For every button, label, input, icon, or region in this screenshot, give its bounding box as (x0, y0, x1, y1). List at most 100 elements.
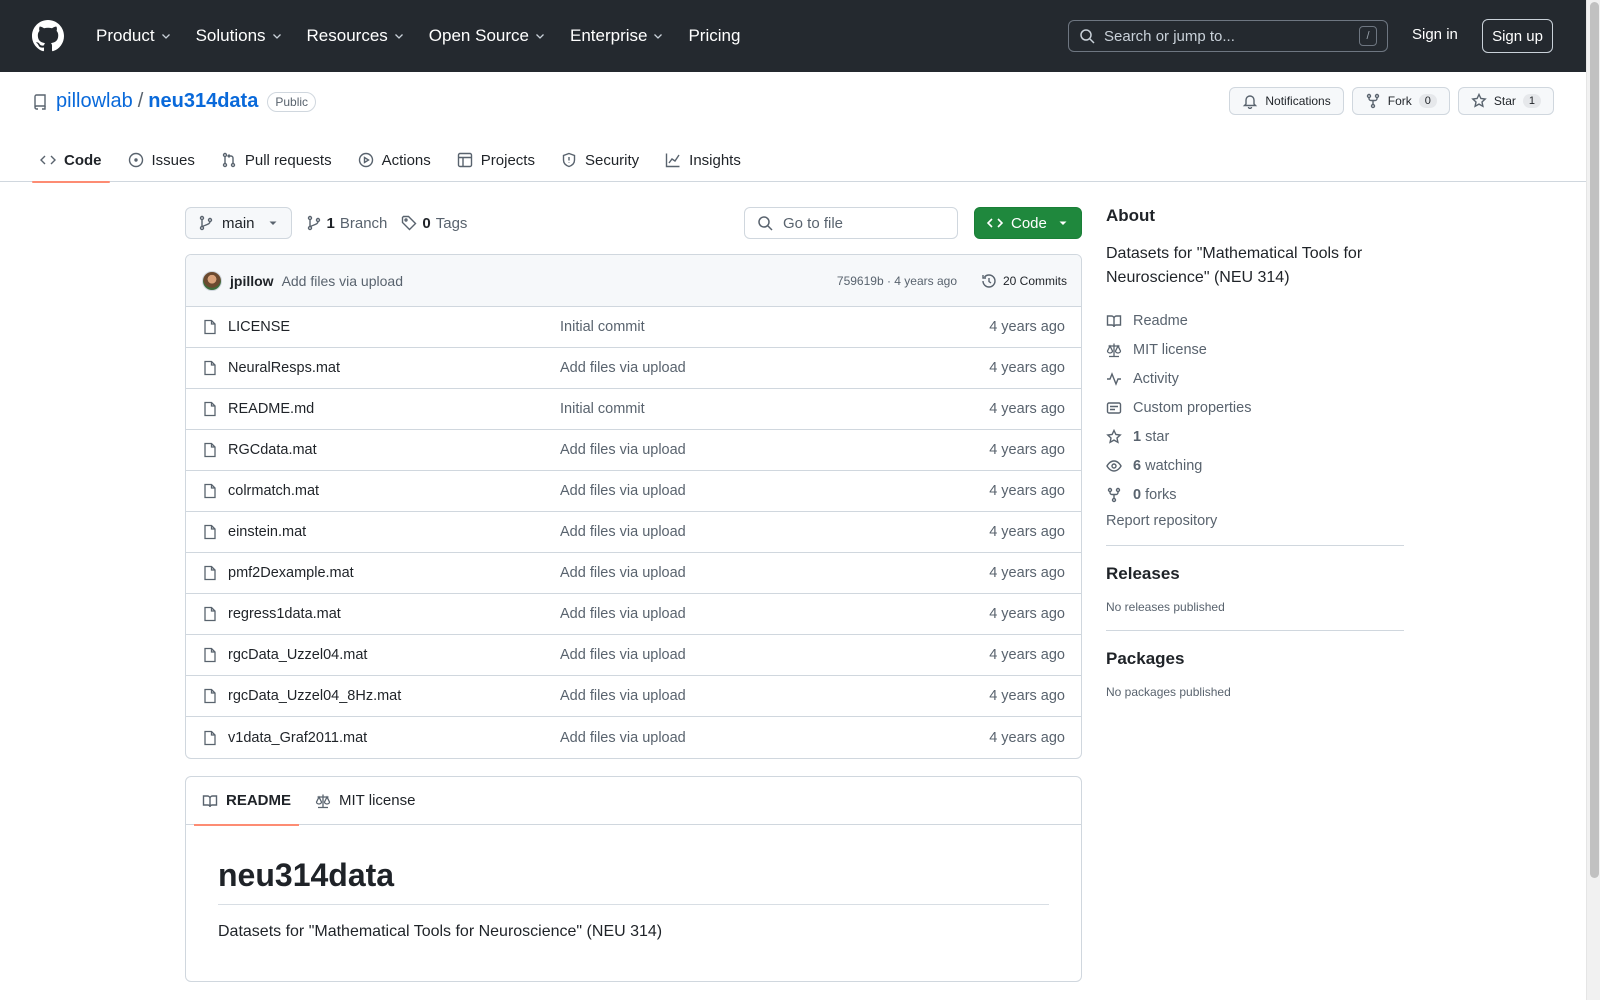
table-row[interactable]: regress1data.mat Add files via upload 4 ye… (186, 594, 1081, 635)
star-label: Star (1493, 94, 1516, 108)
scrollbar-thumb[interactable] (1590, 2, 1599, 878)
file-commit-message[interactable]: Add files via upload (560, 565, 686, 581)
file-name-link[interactable]: regress1data.mat (228, 606, 341, 622)
forks-label: forks (1145, 486, 1177, 503)
stars-link[interactable]: 1 star (1106, 422, 1404, 451)
commit-message[interactable]: Add files via upload (282, 273, 403, 289)
file-commit-message[interactable]: Add files via upload (560, 360, 686, 376)
code-button-label: Code (1011, 214, 1047, 232)
sign-up-button[interactable]: Sign up (1482, 19, 1553, 53)
table-row[interactable]: README.md Initial commit 4 years ago (186, 389, 1081, 430)
file-commit-message[interactable]: Initial commit (560, 319, 645, 335)
tab-insights[interactable]: Insights (657, 138, 749, 182)
table-row[interactable]: rgcData_Uzzel04_8Hz.mat Add files via upl… (186, 676, 1081, 717)
file-rows: LICENSE Initial commit 4 years ago NeuralRe… (186, 307, 1081, 758)
file-commit-message[interactable]: Add files via upload (560, 442, 686, 458)
file-name-link[interactable]: pmf2Dexample.mat (228, 565, 354, 581)
commits-link[interactable]: 20 Commits (981, 273, 1067, 289)
report-repository-link[interactable]: Report repository (1106, 513, 1404, 529)
file-commit-message[interactable]: Add files via upload (560, 524, 686, 540)
table-row[interactable]: rgcData_Uzzel04.mat Add files via upload 4… (186, 635, 1081, 676)
table-row[interactable]: LICENSE Initial commit 4 years ago (186, 307, 1081, 348)
avatar[interactable] (202, 270, 222, 291)
file-name-link[interactable]: README.md (228, 401, 314, 417)
tab-actions[interactable]: Actions (350, 138, 439, 182)
table-row[interactable]: NeuralResps.mat Add files via upload 4 yea… (186, 348, 1081, 389)
packages-heading[interactable]: Packages (1106, 649, 1404, 669)
star-icon (1106, 428, 1122, 444)
about-description: Datasets for "Mathematical Tools for Neu… (1106, 245, 1363, 286)
activity-link-label: Activity (1133, 370, 1179, 387)
file-commit-message[interactable]: Add files via upload (560, 730, 686, 746)
search-box[interactable]: Search or jump to... / (1068, 20, 1388, 52)
topnav-item-product[interactable]: Product (88, 20, 180, 52)
file-age: 4 years ago (989, 688, 1065, 704)
tab-code[interactable]: Code (32, 138, 110, 183)
page-scrollbar[interactable] (1586, 0, 1600, 1000)
tags-link[interactable]: 0 Tags (401, 215, 467, 232)
sign-in-link[interactable]: Sign in (1412, 26, 1458, 43)
fork-button[interactable]: Fork 0 (1351, 87, 1450, 115)
global-header: Product Solutions Resources Open Source Ente… (0, 0, 1586, 72)
tab-license[interactable]: MIT license (307, 777, 423, 825)
commit-sha-age[interactable]: 759619b · 4 years ago (837, 274, 957, 288)
file-commit-message[interactable]: Add files via upload (560, 483, 686, 499)
tab-security[interactable]: Security (553, 138, 647, 182)
repo-owner-link[interactable]: pillowlab (56, 90, 133, 113)
table-row[interactable]: colrmatch.mat Add files via upload 4 years… (186, 471, 1081, 512)
chevron-down-icon (654, 34, 663, 39)
releases-heading[interactable]: Releases (1106, 564, 1404, 584)
file-commit-message[interactable]: Add files via upload (560, 647, 686, 663)
topnav-item-resources[interactable]: Resources (299, 20, 413, 52)
file-name-link[interactable]: colrmatch.mat (228, 483, 319, 499)
file-name-link[interactable]: RGCdata.mat (228, 442, 317, 458)
branch-select[interactable]: main (185, 207, 292, 239)
branches-link[interactable]: 1 Branch (306, 215, 387, 232)
go-to-file-input[interactable]: Go to file (744, 207, 958, 239)
tab-readme[interactable]: README (194, 777, 300, 826)
repo-name-link[interactable]: neu314data (148, 90, 258, 113)
repo-actions: Notifications Fork 0 Star 1 (1229, 87, 1554, 115)
custom-properties-link[interactable]: Custom properties (1106, 393, 1404, 422)
tag-label: Tags (435, 214, 468, 232)
file-age: 4 years ago (989, 483, 1065, 499)
file-name-link[interactable]: LICENSE (228, 319, 290, 335)
tab-projects[interactable]: Projects (449, 138, 543, 182)
file-name-link[interactable]: rgcData_Uzzel04.mat (228, 647, 367, 663)
topnav-item-solutions[interactable]: Solutions (188, 20, 291, 52)
file-age: 4 years ago (989, 606, 1065, 622)
file-name-link[interactable]: einstein.mat (228, 524, 306, 540)
tab-label: Issues (151, 151, 195, 169)
tab-pull-requests[interactable]: Pull requests (213, 138, 340, 182)
license-link[interactable]: MIT license (1106, 335, 1404, 364)
stars-label: star (1145, 428, 1170, 445)
file-name-link[interactable]: v1data_Graf2011.mat (228, 730, 367, 746)
watchers-link[interactable]: 6 watching (1106, 451, 1404, 480)
file-commit-message[interactable]: Add files via upload (560, 606, 686, 622)
watching-count: 6 (1133, 457, 1142, 474)
table-row[interactable]: v1data_Graf2011.mat Add files via upload 4… (186, 717, 1081, 758)
about-heading: About (1106, 206, 1156, 225)
commit-author[interactable]: jpillow (230, 273, 274, 289)
topnav-item-open-source[interactable]: Open Source (421, 20, 554, 52)
table-row[interactable]: einstein.mat Add files via upload 4 years … (186, 512, 1081, 553)
file-name-link[interactable]: rgcData_Uzzel04_8Hz.mat (228, 688, 401, 704)
topnav-item-pricing[interactable]: Pricing (680, 20, 748, 52)
code-button[interactable]: Code (974, 207, 1082, 239)
file-name-link[interactable]: NeuralResps.mat (228, 360, 340, 376)
tag-icon (402, 215, 417, 231)
topnav-item-enterprise[interactable]: Enterprise (562, 20, 672, 52)
readme-link[interactable]: Readme (1106, 306, 1404, 335)
repo-header: pillowlab / neu314data Public Notificati… (0, 72, 1586, 183)
github-logo-icon[interactable] (32, 20, 64, 52)
releases-empty-text: No releases published (1106, 600, 1225, 614)
notifications-button[interactable]: Notifications (1229, 87, 1344, 115)
forks-link[interactable]: 0 forks (1106, 480, 1404, 509)
star-button[interactable]: Star 1 (1457, 87, 1554, 115)
file-commit-message[interactable]: Initial commit (560, 401, 645, 417)
file-commit-message[interactable]: Add files via upload (560, 688, 686, 704)
tab-issues[interactable]: Issues (120, 138, 203, 182)
table-row[interactable]: RGCdata.mat Add files via upload 4 years a… (186, 430, 1081, 471)
activity-link[interactable]: Activity (1106, 364, 1404, 393)
table-row[interactable]: pmf2Dexample.mat Add files via upload 4 ye… (186, 553, 1081, 594)
